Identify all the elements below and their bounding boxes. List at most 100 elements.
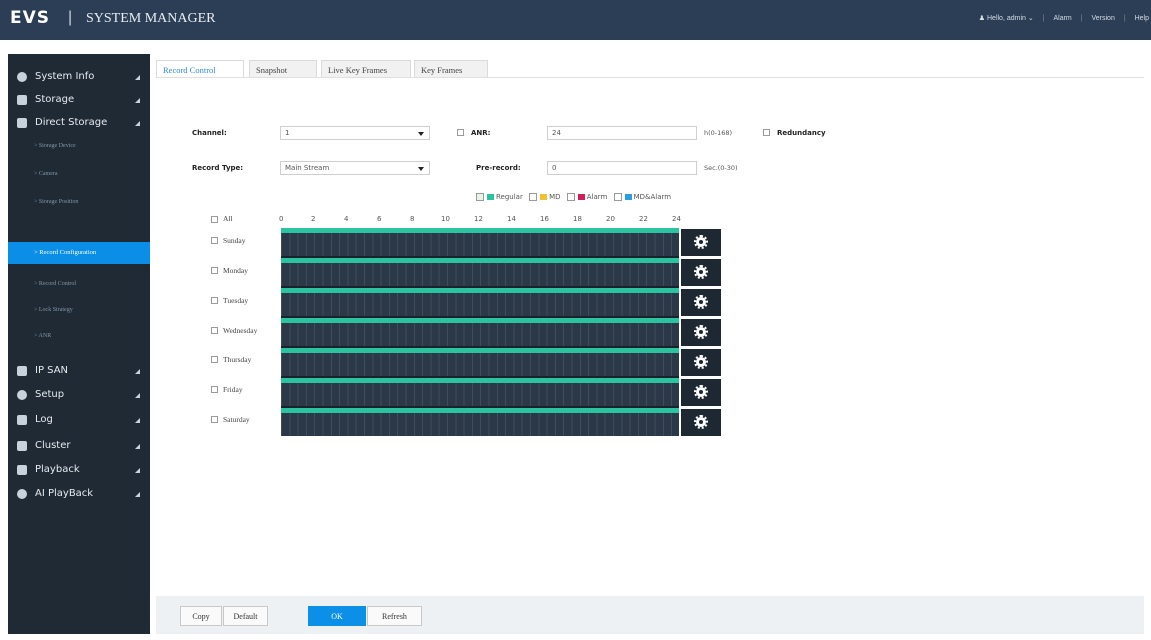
anr-unit: h(0-168) xyxy=(704,129,733,137)
prerecord-unit: Sec.(0-30) xyxy=(704,164,738,172)
tuesday-checkbox[interactable] xyxy=(211,297,218,304)
sidebar-subitem-label: > Camera xyxy=(34,171,58,177)
app-title: SYSTEM MANAGER xyxy=(86,11,216,26)
md-alarm-label: MD&Alarm xyxy=(633,193,672,201)
wednesday-settings-button[interactable] xyxy=(681,319,721,346)
hour-label: 22 xyxy=(639,215,648,223)
sidebar-item-label: Storage xyxy=(35,94,75,105)
chevron-down-icon[interactable]: ⌄ xyxy=(1028,14,1034,22)
tab-key-frames[interactable]: Key Frames xyxy=(414,60,488,78)
saturday-settings-button[interactable] xyxy=(681,409,721,436)
channel-value: 1 xyxy=(285,129,290,137)
thursday-settings-button[interactable] xyxy=(681,349,721,376)
anr-input[interactable]: 24 xyxy=(547,126,697,140)
prerecord-input[interactable]: 0 xyxy=(547,161,697,175)
sidebar-item-system-info[interactable]: System Info xyxy=(8,66,150,88)
expand-arrow-icon xyxy=(135,418,140,423)
monday-settings-button[interactable] xyxy=(681,259,721,286)
regular-record-bar[interactable] xyxy=(281,258,679,263)
sidebar-item-label: Direct Storage xyxy=(35,117,108,128)
record-type-select[interactable]: Main Stream xyxy=(280,161,430,175)
footer-bar: Copy Default OK Refresh xyxy=(156,596,1144,634)
regular-record-bar[interactable] xyxy=(281,228,679,233)
friday-checkbox[interactable] xyxy=(211,386,218,393)
all-days-checkbox[interactable] xyxy=(211,216,218,223)
channel-select[interactable]: 1 xyxy=(280,126,430,140)
version-link[interactable]: Version xyxy=(1092,15,1115,22)
saturday-checkbox[interactable] xyxy=(211,416,218,423)
sidebar-subitem-storage-position[interactable]: > Storage Position xyxy=(8,192,150,214)
help-link[interactable]: Help xyxy=(1135,15,1149,22)
sidebar-item-label: AI PlayBack xyxy=(35,488,94,499)
user-icon: ♟ xyxy=(978,15,986,22)
tab-record-control[interactable]: Record Control xyxy=(156,60,244,78)
expand-arrow-icon xyxy=(135,369,140,374)
sidebar-item-log[interactable]: Log xyxy=(8,409,150,431)
sunday-settings-button[interactable] xyxy=(681,229,721,256)
regular-label: Regular xyxy=(496,193,523,201)
sidebar-subitem-anr[interactable]: > ANR xyxy=(8,326,150,348)
tuesday-settings-button[interactable] xyxy=(681,289,721,316)
md-checkbox[interactable] xyxy=(529,193,538,201)
log-icon xyxy=(17,415,27,425)
tab-live-key-frames[interactable]: Live Key Frames xyxy=(321,60,411,78)
day-label-thursday: Thursday xyxy=(223,355,252,364)
monday-checkbox[interactable] xyxy=(211,267,218,274)
sidebar-item-storage[interactable]: Storage xyxy=(8,89,150,111)
sidebar-item-cluster[interactable]: Cluster xyxy=(8,435,150,457)
hour-label: 20 xyxy=(606,215,615,223)
default-button[interactable]: Default xyxy=(223,606,268,626)
sidebar-subitem-storage-device[interactable]: > Storage Device xyxy=(8,136,150,158)
prerecord-label: Pre-record: xyxy=(476,164,521,172)
wednesday-checkbox[interactable] xyxy=(211,327,218,334)
gear-icon xyxy=(694,385,708,399)
ok-button[interactable]: OK xyxy=(308,606,366,626)
header-links: ♟ Hello, admin ⌄ | Alarm | Version | Hel… xyxy=(979,14,1149,22)
md-alarm-checkbox[interactable] xyxy=(613,193,622,201)
gear-icon xyxy=(694,295,708,309)
sidebar-subitem-record-control[interactable]: > Record Control xyxy=(8,274,150,296)
direct-storage-icon xyxy=(17,118,27,128)
alarm-checkbox[interactable] xyxy=(566,193,575,201)
redundancy-checkbox[interactable] xyxy=(763,129,770,136)
expand-arrow-icon xyxy=(135,468,140,473)
user-menu[interactable]: Hello, admin xyxy=(987,15,1026,22)
alarm-link[interactable]: Alarm xyxy=(1053,15,1071,22)
sidebar-item-label: IP SAN xyxy=(35,365,69,376)
sidebar-subitem-label: > Storage Device xyxy=(34,143,76,149)
sunday-checkbox[interactable] xyxy=(211,237,218,244)
sidebar-item-ip-san[interactable]: IP SAN xyxy=(8,360,150,382)
sidebar-subitem-camera[interactable]: > Camera xyxy=(8,164,150,186)
day-label-wednesday: Wednesday xyxy=(223,326,258,335)
copy-button[interactable]: Copy xyxy=(180,606,222,626)
regular-checkbox[interactable] xyxy=(476,193,484,201)
day-label-sunday: Sunday xyxy=(223,236,246,245)
refresh-button[interactable]: Refresh xyxy=(367,606,422,626)
tab-snapshot[interactable]: Snapshot xyxy=(249,60,317,78)
regular-record-bar[interactable] xyxy=(281,288,679,293)
sidebar-item-label: Log xyxy=(35,414,53,425)
friday-settings-button[interactable] xyxy=(681,379,721,406)
sidebar-item-setup[interactable]: Setup xyxy=(8,384,150,406)
channel-label: Channel: xyxy=(192,129,227,137)
hour-label: 18 xyxy=(573,215,582,223)
hour-label: 2 xyxy=(311,215,316,223)
thursday-checkbox[interactable] xyxy=(211,356,218,363)
regular-record-bar[interactable] xyxy=(281,348,679,353)
regular-record-bar[interactable] xyxy=(281,378,679,383)
sidebar-item-label: System Info xyxy=(35,71,95,82)
sidebar-item-ai-playback[interactable]: AI PlayBack xyxy=(8,483,150,505)
sidebar-subitem-lock-strategy[interactable]: > Lock Strategy xyxy=(8,300,150,322)
record-type-label: Record Type: xyxy=(192,164,244,172)
sidebar-subitem-record-configuration[interactable]: > Record Configuration xyxy=(8,242,150,264)
anr-checkbox[interactable] xyxy=(457,129,464,136)
day-label-tuesday: Tuesday xyxy=(223,296,249,305)
storage-icon xyxy=(17,95,27,105)
regular-record-bar[interactable] xyxy=(281,318,679,323)
sidebar-item-direct-storage[interactable]: Direct Storage xyxy=(8,112,150,134)
sidebar-item-playback[interactable]: Playback xyxy=(8,459,150,481)
regular-record-bar[interactable] xyxy=(281,408,679,413)
anr-label: ANR: xyxy=(471,129,491,137)
link-separator: | xyxy=(1123,15,1126,22)
hour-label: 12 xyxy=(474,215,483,223)
